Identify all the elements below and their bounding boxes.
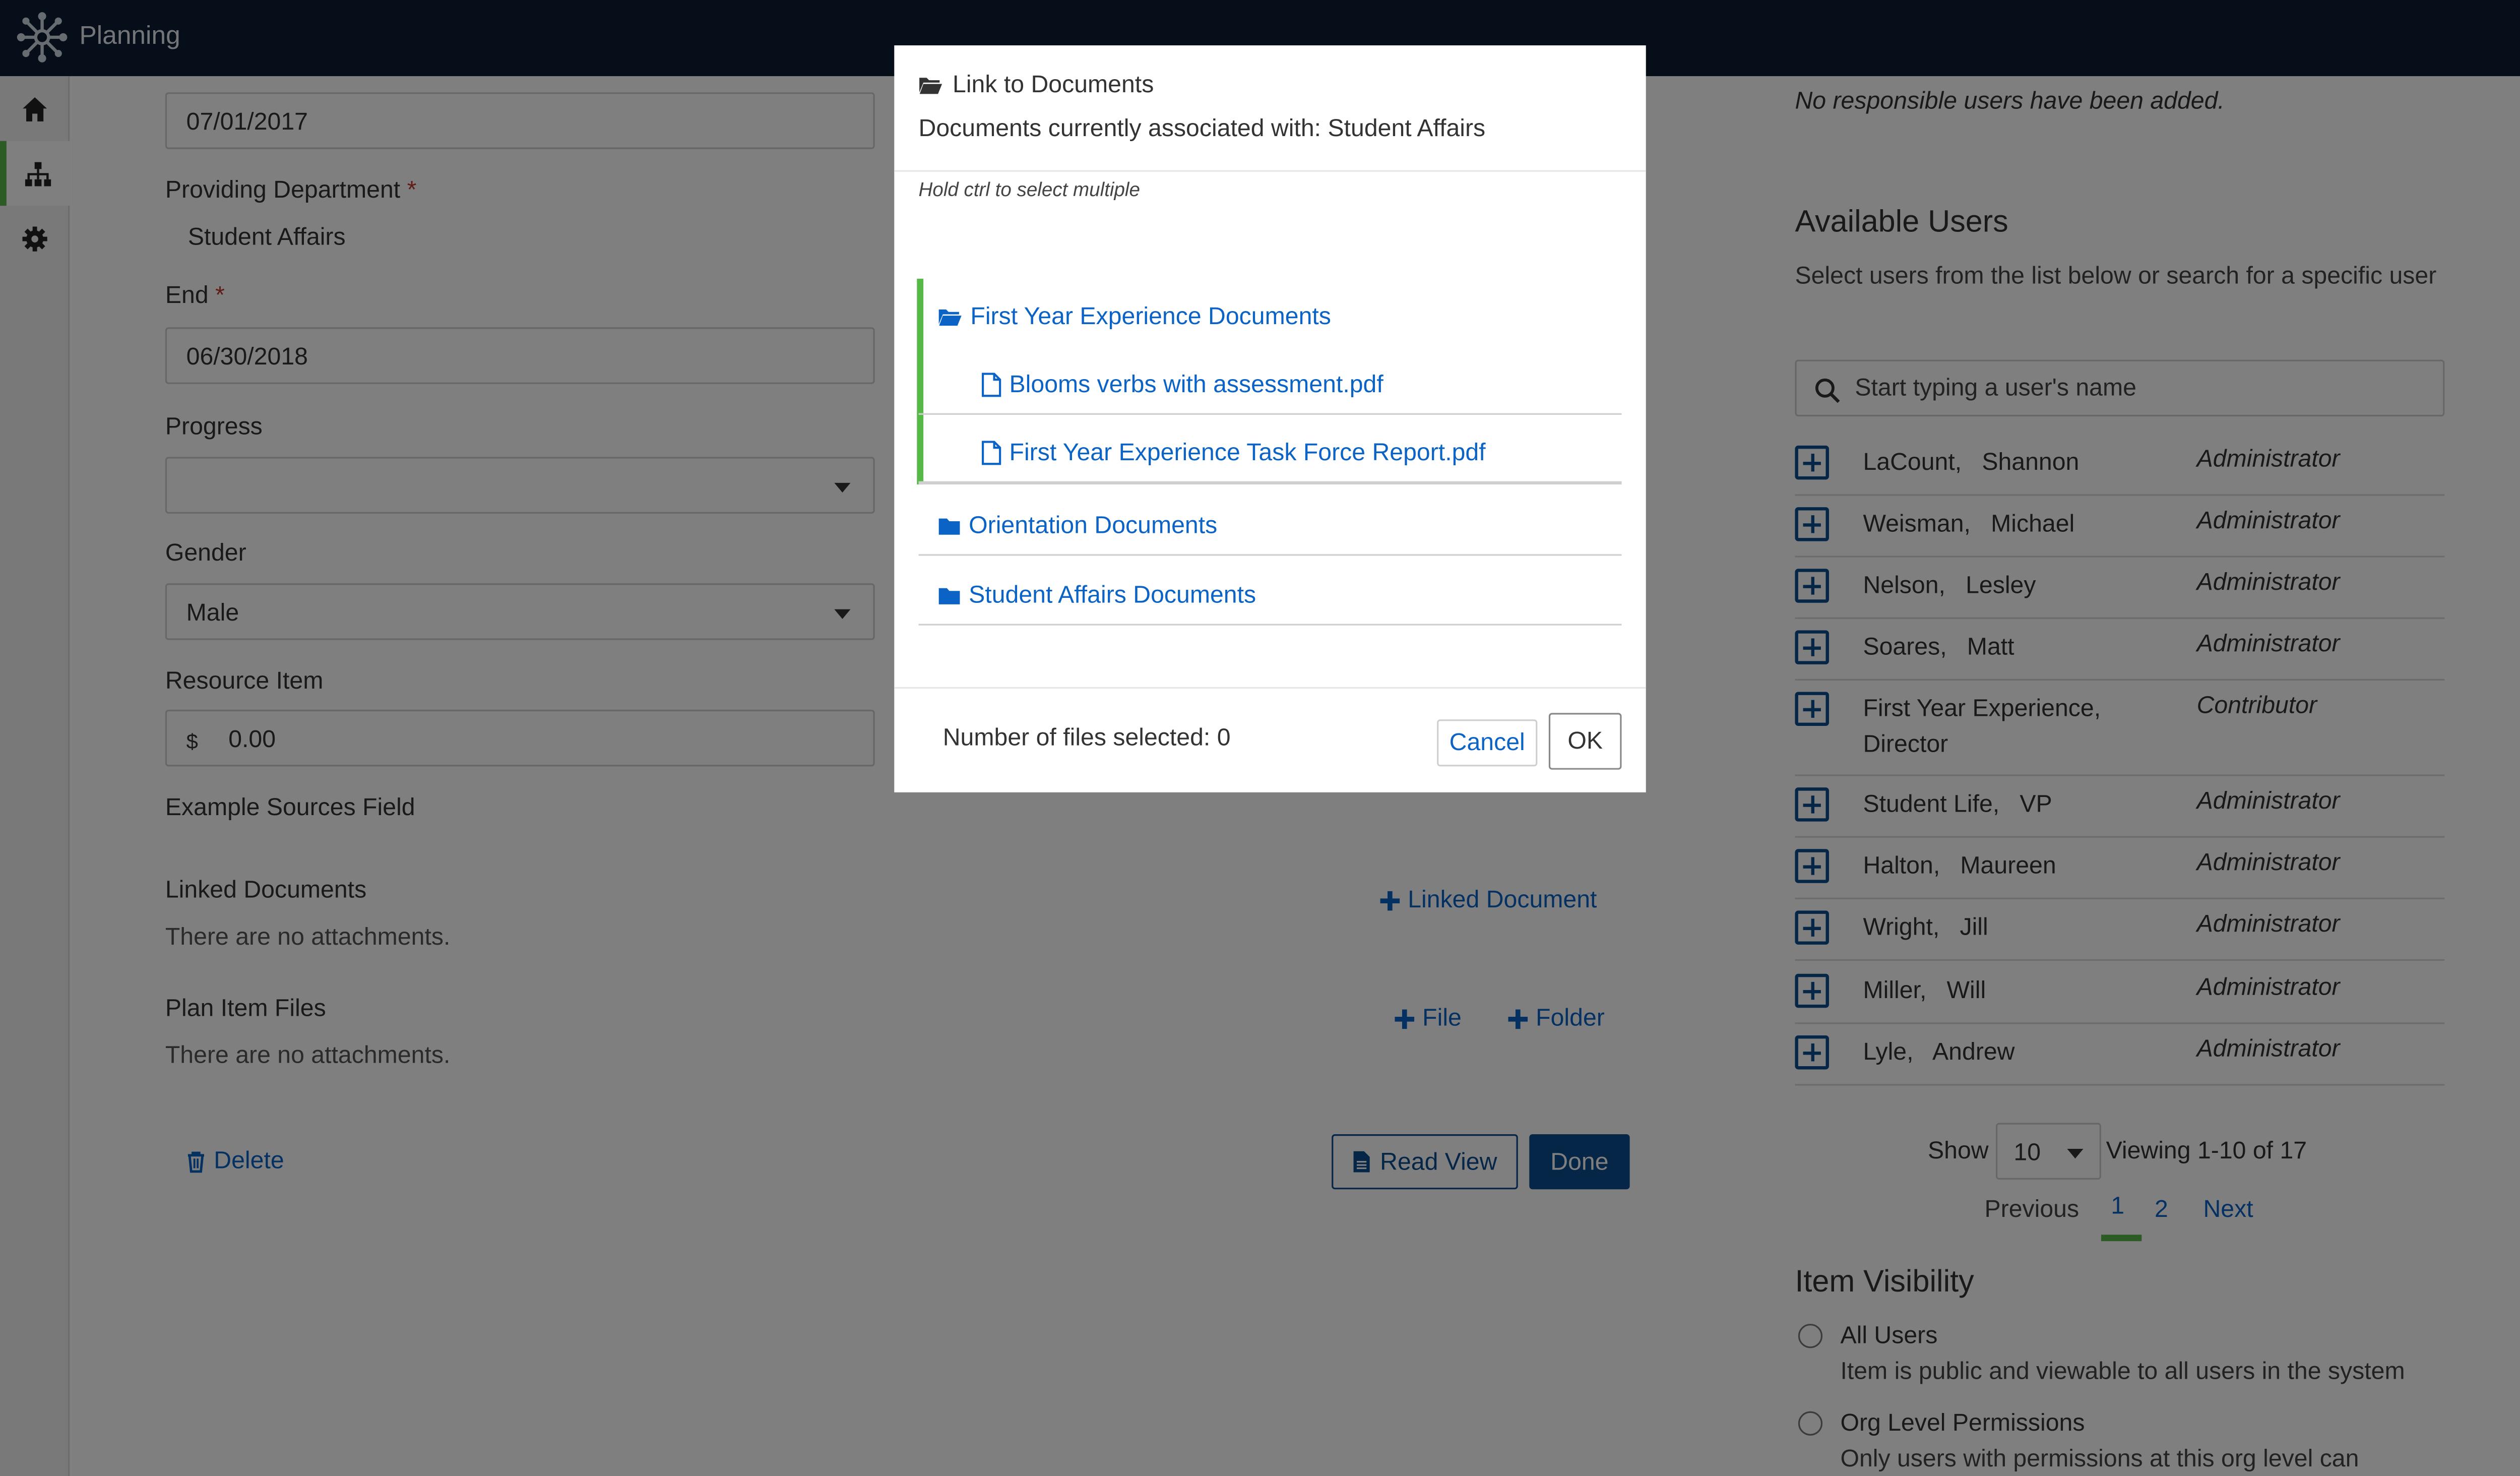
modal-header-divider [894,170,1646,172]
tree-file-blooms-label[interactable]: Blooms verbs with assessment.pdf [982,355,1383,413]
tree-folder-student-affairs-label[interactable]: Student Affairs Documents [938,567,1256,624]
file-icon [982,441,1001,465]
tree-file-task-force-label[interactable]: First Year Experience Task Force Report.… [982,424,1486,481]
folder-open-icon [938,309,962,325]
tree-folder-first-year-label[interactable]: First Year Experience Documents [938,287,1331,347]
file-icon [982,372,1001,396]
tree-folder-orientation-label[interactable]: Orientation Documents [938,498,1217,555]
tree-folder-orientation-text: Orientation Documents [969,512,1218,540]
tree-folder-student-affairs[interactable]: Student Affairs Documents [918,567,1622,626]
cancel-button[interactable]: Cancel [1437,719,1538,767]
folder-open-icon [919,77,942,93]
selected-files-count: Number of files selected: 0 [942,724,1231,752]
link-documents-modal: Link to Documents Documents currently as… [894,45,1646,792]
modal-hint: Hold ctrl to select multiple [918,178,1140,201]
folder-icon [938,587,960,604]
tree-file-task-force[interactable]: First Year Experience Task Force Report.… [918,424,1622,485]
tree-file-blooms[interactable]: Blooms verbs with assessment.pdf [918,355,1622,415]
tree-file-blooms-text: Blooms verbs with assessment.pdf [1009,370,1383,398]
modal-title: Link to Documents [919,71,1154,99]
tree-file-task-force-text: First Year Experience Task Force Report.… [1009,439,1486,467]
modal-subtitle: Documents currently associated with: Stu… [918,115,1486,143]
modal-title-text: Link to Documents [953,71,1154,99]
tree-folder-orientation[interactable]: Orientation Documents [918,498,1622,556]
ok-button[interactable]: OK [1548,713,1622,770]
tree-folder-student-affairs-text: Student Affairs Documents [969,581,1256,609]
modal-footer-divider [894,687,1646,689]
app-root: Planning 07/01/2017 Pro [0,0,2520,1476]
folder-icon [938,517,960,534]
tree-folder-first-year-text: First Year Experience Documents [970,303,1331,331]
